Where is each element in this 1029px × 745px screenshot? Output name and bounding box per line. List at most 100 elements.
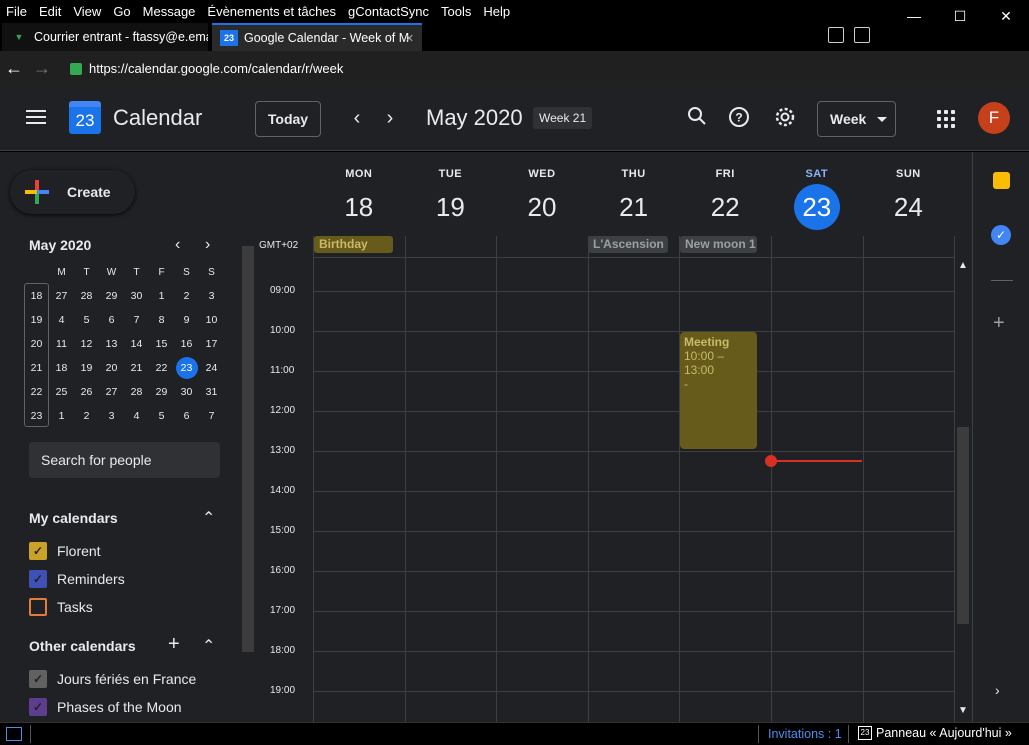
mini-calendar-day[interactable]: 18	[49, 362, 74, 374]
menu-edit[interactable]: Edit	[33, 0, 67, 23]
checkbox-checked-icon[interactable]: ✓	[29, 698, 47, 716]
scroll-down-arrow-icon[interactable]: ▼	[958, 705, 968, 716]
mini-calendar-day[interactable]: 29	[149, 386, 174, 398]
day-header-thu[interactable]: THU 21	[588, 152, 680, 230]
week-number[interactable]: 18	[24, 290, 49, 302]
mini-calendar-day[interactable]: 30	[174, 386, 199, 398]
online-status-icon[interactable]	[6, 727, 22, 741]
main-scrollbar-thumb[interactable]	[957, 427, 969, 624]
mini-calendar-day[interactable]: 15	[149, 338, 174, 350]
mini-calendar-day[interactable]: 29	[99, 290, 124, 302]
day-header-wed[interactable]: WED 20	[496, 152, 588, 230]
checkbox-checked-icon[interactable]: ✓	[29, 670, 47, 688]
mini-calendar-day[interactable]: 2	[74, 410, 99, 422]
week-number[interactable]: 22	[24, 386, 49, 398]
tasks-mode-icon[interactable]	[854, 27, 870, 43]
mini-calendar-day[interactable]: 4	[49, 314, 74, 326]
mini-calendar-day[interactable]: 5	[149, 410, 174, 422]
week-grid[interactable]	[313, 236, 955, 722]
mini-calendar-day[interactable]: 1	[49, 410, 74, 422]
calendar-item-florent[interactable]: ✓ Florent	[29, 542, 101, 560]
mini-calendar-day[interactable]: 20	[99, 362, 124, 374]
week-number[interactable]: 19	[24, 314, 49, 326]
day-number[interactable]: 18	[336, 184, 382, 230]
mini-calendar-day[interactable]: 2	[174, 290, 199, 302]
main-menu-icon[interactable]	[26, 110, 46, 128]
checkbox-checked-icon[interactable]: ✓	[29, 570, 47, 588]
mini-calendar-day[interactable]: 1	[149, 290, 174, 302]
mini-calendar-day[interactable]: 6	[174, 410, 199, 422]
mini-calendar-day[interactable]: 11	[49, 338, 74, 350]
day-number[interactable]: 22	[702, 184, 748, 230]
collapse-chevron-up-icon[interactable]: ⌃	[202, 636, 215, 656]
checkbox-unchecked-icon[interactable]	[29, 598, 47, 616]
menu-view[interactable]: View	[67, 0, 107, 23]
calendar-item-tasks[interactable]: Tasks	[29, 598, 93, 616]
day-header-mon[interactable]: MON 18	[313, 152, 405, 230]
menu-file[interactable]: File	[0, 0, 33, 23]
mini-next-month-icon[interactable]: ›	[205, 236, 210, 254]
google-apps-icon[interactable]	[937, 110, 955, 128]
menu-events-tasks[interactable]: Évènements et tâches	[201, 0, 342, 23]
settings-gear-icon[interactable]	[773, 106, 797, 130]
scroll-up-arrow-icon[interactable]: ▲	[958, 260, 968, 271]
view-selector-dropdown[interactable]: Week	[817, 101, 896, 137]
invitations-link[interactable]: Invitations : 1	[768, 727, 842, 741]
other-calendars-title[interactable]: Other calendars	[29, 638, 136, 654]
day-header-sun[interactable]: SUN 24	[863, 152, 955, 230]
previous-week-icon[interactable]: ‹	[345, 106, 369, 130]
sidebar-scrollbar-thumb[interactable]	[242, 246, 254, 652]
mini-calendar-day[interactable]: 30	[124, 290, 149, 302]
mini-calendar-day[interactable]: 21	[124, 362, 149, 374]
sidebar-scrollbar[interactable]	[240, 236, 256, 722]
day-header-sat[interactable]: SAT 23	[771, 152, 863, 230]
calendar-item-reminders[interactable]: ✓ Reminders	[29, 570, 125, 588]
mini-calendar-day[interactable]: 5	[74, 314, 99, 326]
week-number[interactable]: 23	[24, 410, 49, 422]
day-number[interactable]: 24	[885, 184, 931, 230]
mini-calendar-day[interactable]: 10	[199, 314, 224, 326]
mini-calendar-day[interactable]: 28	[124, 386, 149, 398]
my-calendars-title[interactable]: My calendars	[29, 510, 118, 526]
mini-calendar-day[interactable]: 31	[199, 386, 224, 398]
mini-calendar-day[interactable]: 27	[49, 290, 74, 302]
mini-calendar-day[interactable]: 17	[199, 338, 224, 350]
day-header-tue[interactable]: TUE 19	[405, 152, 497, 230]
mini-calendar-day[interactable]: 22	[149, 362, 174, 374]
account-avatar[interactable]: F	[978, 102, 1010, 134]
mini-calendar-day[interactable]: 3	[199, 290, 224, 302]
mini-calendar-day[interactable]: 19	[74, 362, 99, 374]
search-people-input[interactable]	[29, 442, 220, 478]
menu-help[interactable]: Help	[477, 0, 516, 23]
allday-event-new-moon[interactable]: New moon 1	[680, 236, 757, 253]
calendar-mode-icon[interactable]	[828, 27, 844, 43]
day-number[interactable]: 23	[793, 184, 840, 230]
get-addons-plus-icon[interactable]: +	[993, 312, 1005, 335]
day-header-fri[interactable]: FRI 22	[679, 152, 771, 230]
mini-calendar-day[interactable]: 13	[99, 338, 124, 350]
mini-calendar-day[interactable]: 24	[199, 362, 224, 374]
forward-arrow-icon[interactable]: →	[28, 58, 56, 79]
mini-calendar-day[interactable]: 7	[199, 410, 224, 422]
week-number[interactable]: 20	[24, 338, 49, 350]
mini-calendar-day[interactable]: 28	[74, 290, 99, 302]
expand-side-panel-icon[interactable]: ›	[995, 682, 1000, 698]
tab-close-icon[interactable]: ✕	[405, 32, 414, 45]
mini-calendar-day[interactable]: 25	[49, 386, 74, 398]
day-number[interactable]: 20	[519, 184, 565, 230]
week-number[interactable]: 21	[24, 362, 49, 374]
mini-calendar-day[interactable]: 12	[74, 338, 99, 350]
search-icon[interactable]	[685, 106, 709, 130]
back-arrow-icon[interactable]: ←	[0, 58, 28, 79]
mini-calendar-day[interactable]: 8	[149, 314, 174, 326]
help-icon[interactable]: ?	[727, 106, 751, 130]
next-week-icon[interactable]: ›	[378, 106, 402, 130]
mini-prev-month-icon[interactable]: ‹	[175, 236, 180, 254]
today-button[interactable]: Today	[255, 101, 321, 137]
checkbox-checked-icon[interactable]: ✓	[29, 542, 47, 560]
mini-calendar-day[interactable]: 3	[99, 410, 124, 422]
keep-icon[interactable]	[993, 172, 1010, 189]
collapse-chevron-up-icon[interactable]: ⌃	[202, 508, 215, 528]
today-pane-toggle[interactable]: 23 Panneau « Aujourd'hui »	[858, 726, 1012, 740]
mini-calendar-day[interactable]: 14	[124, 338, 149, 350]
